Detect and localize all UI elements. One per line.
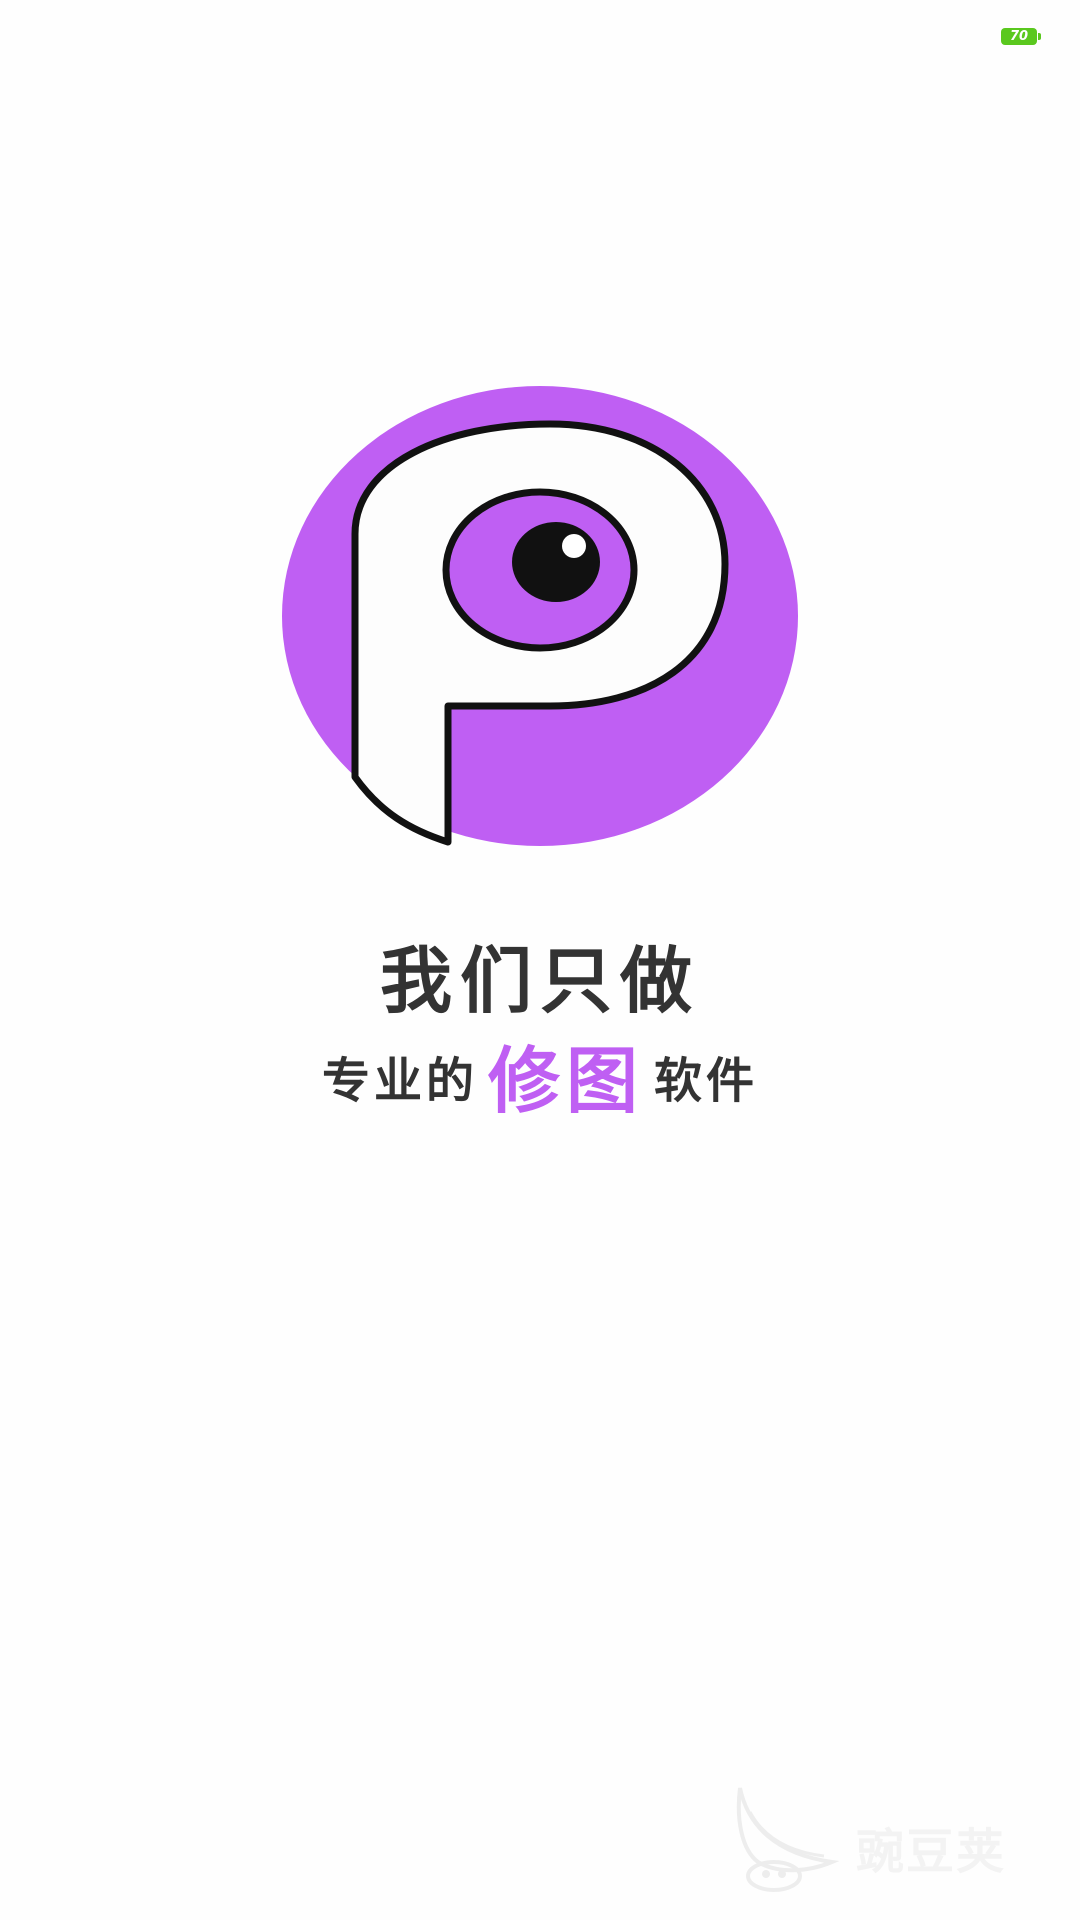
splash-screen: 70 我们只做 专业的 修图 软件 豌豆荚 [0, 0, 1080, 1920]
slogan-prefix: 专业的 [321, 1052, 478, 1109]
battery-icon: 70 [1001, 28, 1041, 45]
eye-p-logo-icon [282, 386, 798, 846]
watermark: 豌豆荚 [728, 1776, 1064, 1896]
slogan-suffix: 软件 [654, 1052, 759, 1109]
slogan-line2: 专业的 修图 软件 [0, 1040, 1080, 1121]
battery-level: 70 [1009, 29, 1029, 44]
peapod-bird-logo-icon [736, 1787, 840, 1892]
slogan-highlight: 修图 [487, 1038, 644, 1123]
watermark-text: 豌豆荚 [856, 1824, 1007, 1880]
slogan-line1: 我们只做 [379, 939, 700, 1023]
